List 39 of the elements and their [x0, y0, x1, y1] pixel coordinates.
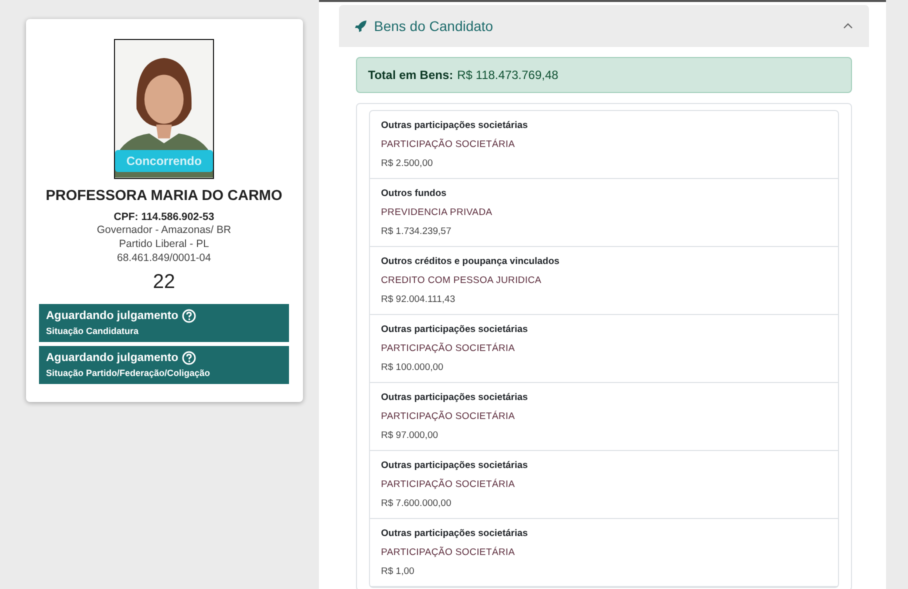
asset-value: R$ 92.004.111,43 — [381, 294, 456, 305]
cpf-text: CPF: 114.586.902-53 — [114, 211, 214, 223]
asset-type: Outras participações societárias — [381, 120, 529, 131]
asset-type: Outras participações societárias — [381, 528, 529, 539]
situation-title: Aguardando julgamento — [46, 310, 178, 322]
asset-type: Outras participações societárias — [381, 324, 529, 335]
cnpj-text: 68.461.849/0001-04 — [116, 251, 211, 265]
status-badge: Concorrendo — [115, 150, 213, 172]
situation-label: Situação Candidatura — [46, 326, 140, 336]
asset-type: Outros fundos — [381, 188, 448, 199]
situation-label: Situação Partido/Federação/Coligação — [46, 368, 212, 378]
help-icon — [182, 309, 196, 323]
situation-title: Aguardando julgamento — [46, 352, 178, 364]
total-value: R$ 118.473.769,48 — [457, 68, 558, 82]
asset-value: R$ 7.600.000,00 — [381, 498, 452, 509]
asset-value: R$ 100.000,00 — [381, 362, 444, 373]
asset-type: Outros créditos e poupança vinculados — [381, 256, 560, 267]
asset-description: PARTICIPAÇÃO SOCIETÁRIA — [381, 479, 516, 490]
asset-type: Outras participações societárias — [381, 392, 529, 403]
asset-value: R$ 2.500,00 — [381, 158, 434, 169]
asset-description: PARTICIPAÇÃO SOCIETÁRIA — [381, 343, 516, 354]
party-text: Partido Liberal - PL — [119, 237, 209, 251]
section-title: Bens do Candidato — [374, 18, 494, 34]
accordion-header[interactable]: Bens do Candidato — [339, 5, 869, 47]
office-text: Governador - Amazonas/ BR — [96, 223, 232, 237]
help-icon — [182, 351, 196, 365]
rocket-icon — [355, 20, 367, 32]
total-label: Total em Bens: — [368, 68, 454, 82]
asset-description: PREVIDENCIA PRIVADA — [381, 207, 494, 218]
candidate-name: PROFESSORA MARIA DO CARMO — [46, 188, 282, 204]
asset-value: R$ 1,00 — [381, 566, 416, 577]
asset-description: CREDITO COM PESSOA JURIDICA — [381, 275, 542, 286]
asset-type: Outras participações societárias — [381, 460, 529, 471]
asset-value: R$ 97.000,00 — [381, 430, 440, 441]
asset-description: PARTICIPAÇÃO SOCIETÁRIA — [381, 547, 516, 558]
asset-description: PARTICIPAÇÃO SOCIETÁRIA — [381, 411, 516, 422]
candidate-number: 22 — [152, 271, 176, 294]
asset-value: R$ 1.734.239,57 — [381, 226, 452, 237]
asset-description: PARTICIPAÇÃO SOCIETÁRIA — [381, 139, 516, 150]
